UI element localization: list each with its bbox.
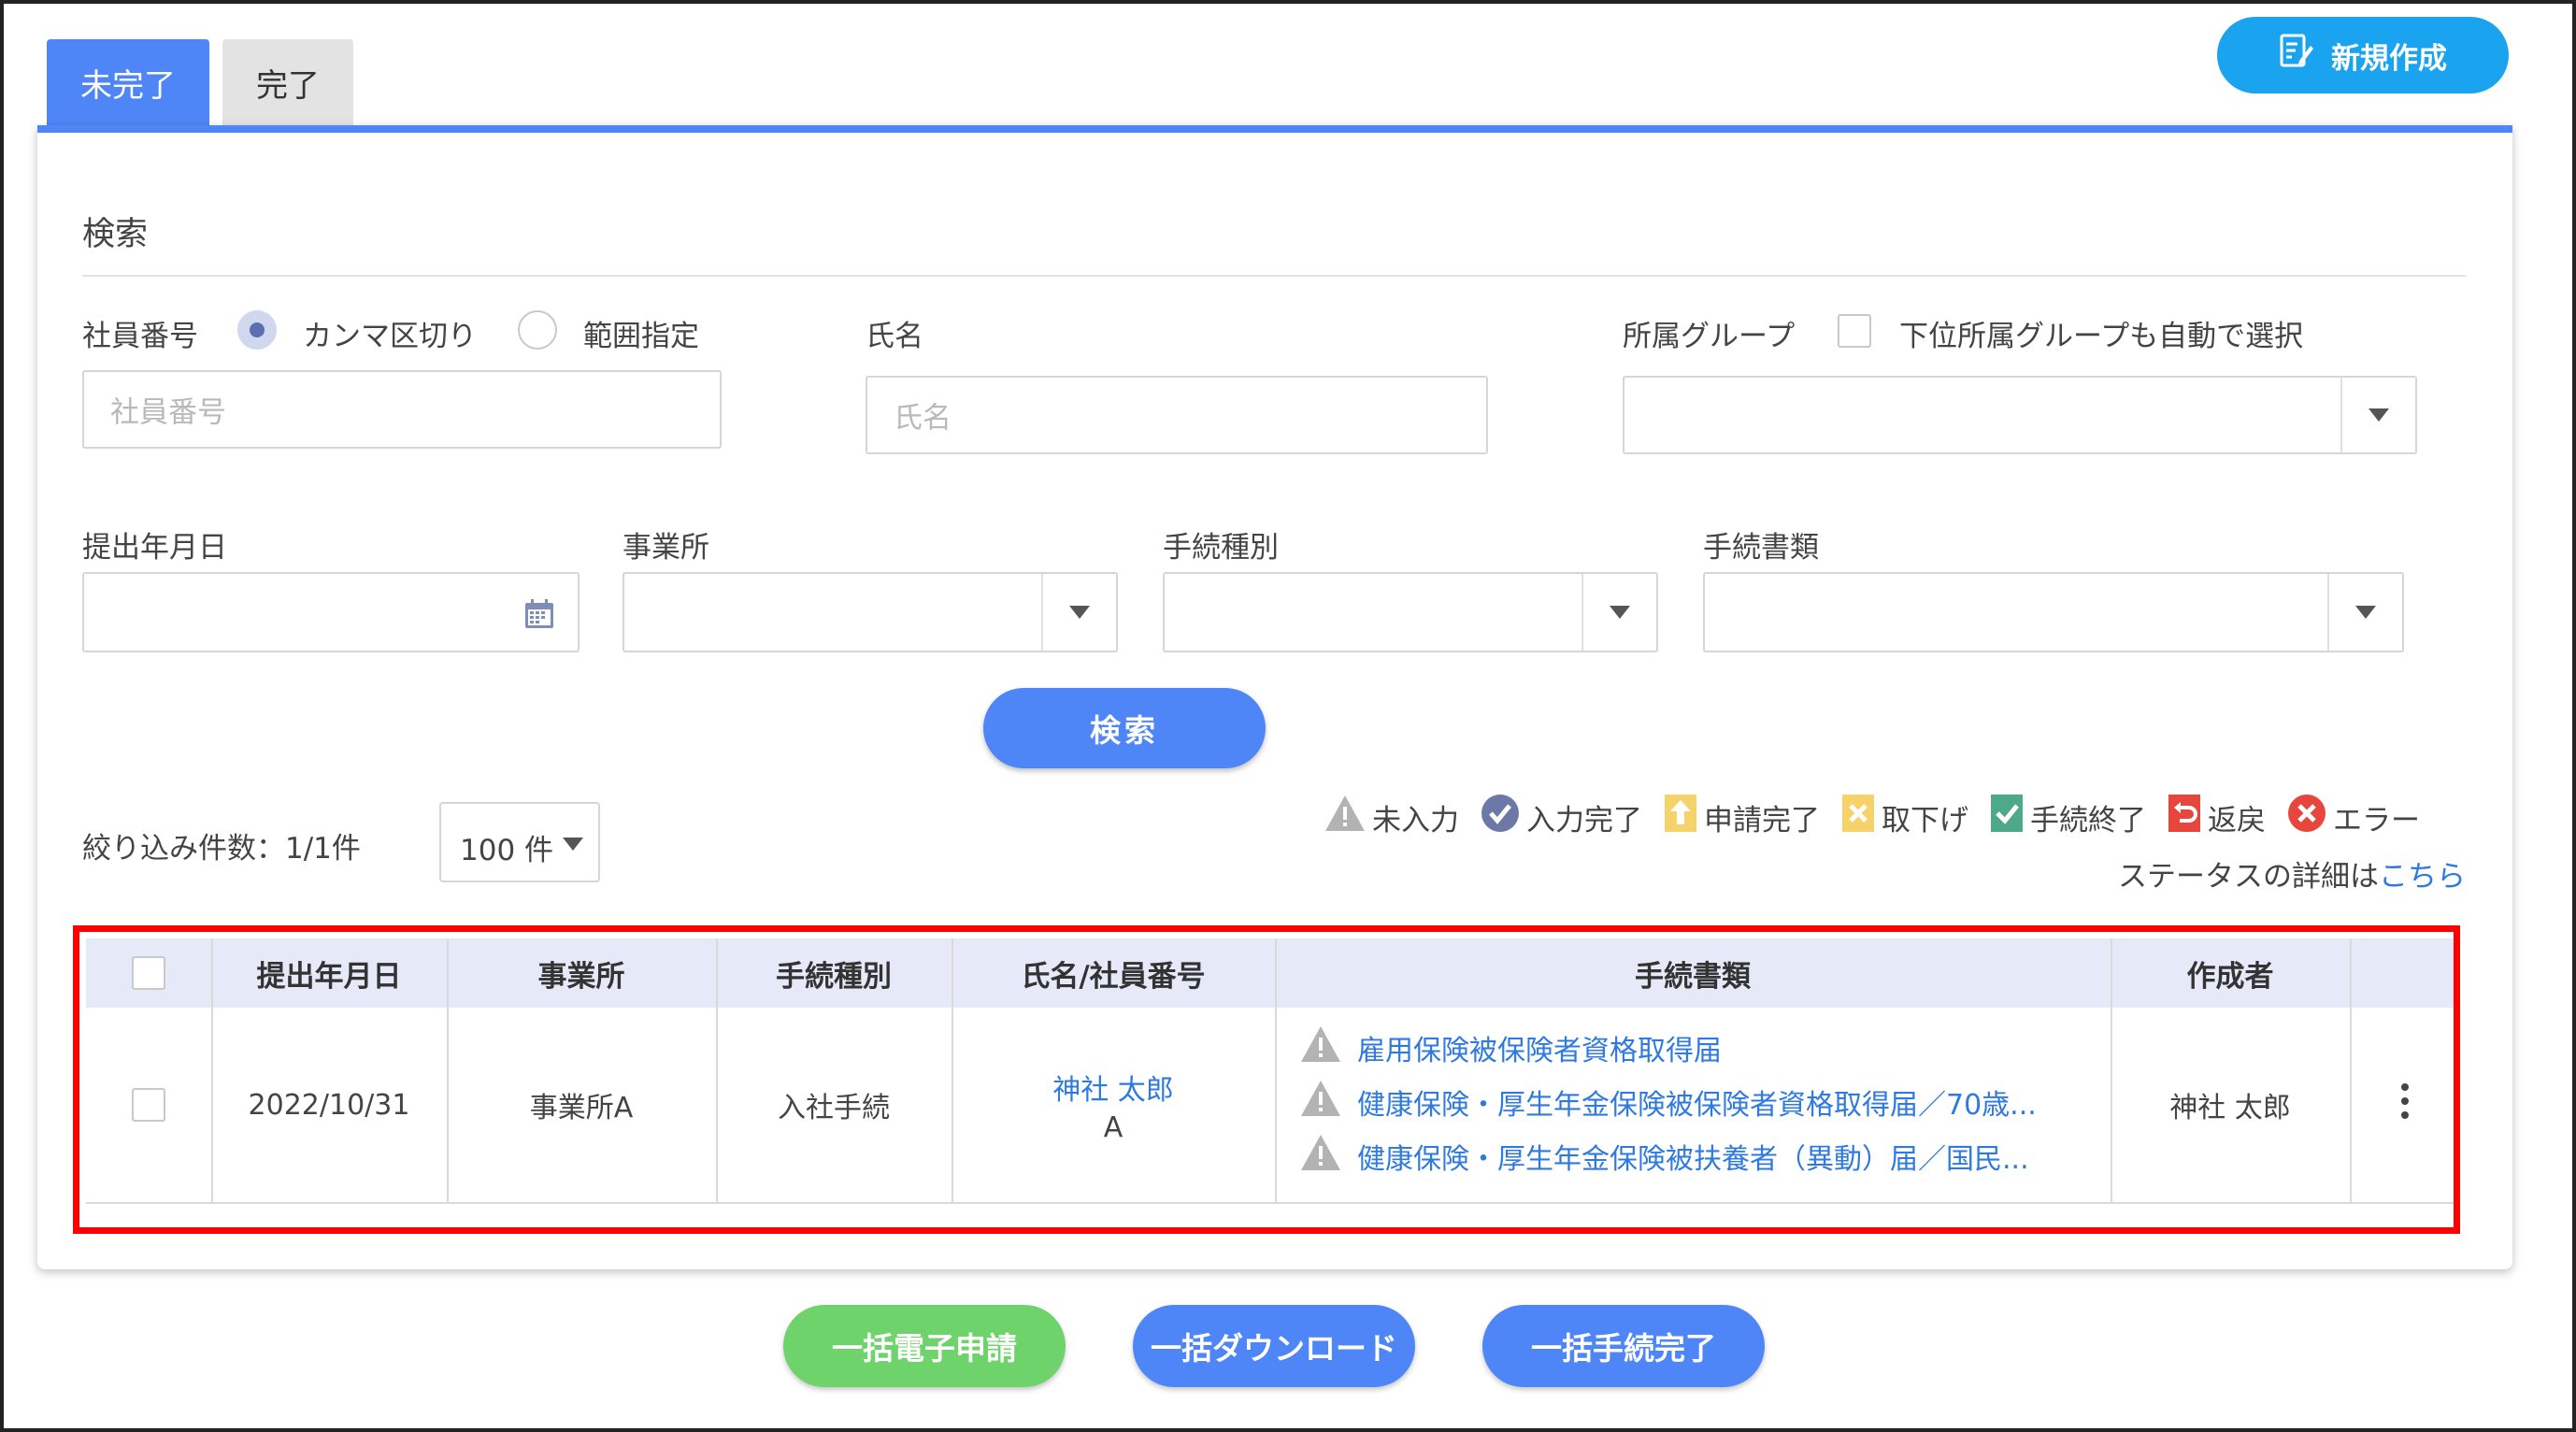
radio-comma-separated[interactable] (237, 310, 277, 350)
legend-not-entered: 未入力 (1324, 793, 1459, 841)
cancel-doc-icon (1840, 793, 1876, 841)
status-detail-link[interactable]: こちら (2379, 860, 2466, 894)
search-button[interactable]: 検索 (983, 688, 1266, 768)
warning-triangle-icon (1324, 794, 1367, 840)
name-placeholder: 氏名 (894, 401, 952, 436)
chevron-down-icon (1581, 574, 1656, 651)
new-create-label: 新規作成 (2331, 41, 2447, 76)
page-size-value: 100 件 (460, 834, 554, 867)
filter-count: 絞り込み件数：1/1件 (82, 832, 361, 866)
search-section-title: 検索 (82, 216, 149, 253)
employee-number-label: 社員番号 (82, 320, 198, 353)
legend-returned: 返戻 (2167, 793, 2266, 841)
legend-finished: 手続終了 (1989, 793, 2146, 841)
check-circle-icon (1480, 793, 1521, 841)
radio-comma-label: カンマ区切り (303, 320, 477, 353)
chevron-down-icon (2327, 574, 2402, 651)
name-input[interactable]: 氏名 (866, 376, 1488, 454)
office-select[interactable] (623, 572, 1118, 652)
tab-complete[interactable]: 完了 (222, 39, 353, 125)
chevron-down-icon (2340, 378, 2415, 452)
highlight-box (73, 925, 2460, 1234)
divider (82, 275, 2466, 277)
group-label: 所属グループ (1623, 320, 1796, 353)
return-doc-icon (2167, 793, 2202, 841)
procedure-type-select[interactable] (1163, 572, 1658, 652)
group-select[interactable] (1623, 376, 2417, 454)
new-create-button[interactable]: 新規作成 (2217, 17, 2509, 93)
procedure-doc-select[interactable] (1703, 572, 2404, 652)
legend-input-complete: 入力完了 (1480, 793, 1642, 841)
submit-date-input[interactable] (82, 572, 580, 652)
procedure-type-label: 手続種別 (1163, 531, 1279, 565)
bulk-complete-button[interactable]: 一括手続完了 (1482, 1305, 1765, 1387)
calendar-icon[interactable] (523, 598, 555, 634)
name-label: 氏名 (866, 320, 923, 353)
auto-select-subgroups-label: 下位所属グループも自動で選択 (1899, 320, 2304, 353)
employee-number-input[interactable]: 社員番号 (82, 370, 722, 449)
submit-date-label: 提出年月日 (82, 531, 227, 565)
tab-incomplete[interactable]: 未完了 (47, 39, 209, 125)
bulk-download-button[interactable]: 一括ダウンロード (1133, 1305, 1415, 1387)
legend-applied: 申請完了 (1663, 793, 1820, 841)
status-legend: 未入力 入力完了 申請完了 取下げ 手続終了 返戻 エラー (1324, 793, 2420, 841)
auto-select-subgroups-checkbox[interactable] (1838, 314, 1871, 348)
error-circle-icon (2286, 793, 2327, 841)
page-size-select[interactable]: 100 件 (439, 802, 600, 882)
employee-number-placeholder: 社員番号 (110, 395, 226, 430)
office-label: 事業所 (623, 531, 709, 565)
radio-range[interactable] (518, 310, 557, 350)
status-detail-text: ステータスの詳細はこちら (2118, 860, 2466, 894)
chevron-down-icon (1041, 574, 1116, 651)
radio-range-label: 範囲指定 (583, 320, 699, 353)
bulk-e-application-button[interactable]: 一括電子申請 (783, 1305, 1066, 1387)
legend-withdrawn: 取下げ (1840, 793, 1968, 841)
edit-document-icon (2279, 33, 2314, 78)
procedure-doc-label: 手続書類 (1703, 531, 1819, 565)
legend-error: エラー (2286, 793, 2420, 841)
done-doc-icon (1989, 793, 2025, 841)
chevron-down-icon (563, 838, 583, 851)
upload-doc-icon (1663, 793, 1698, 841)
